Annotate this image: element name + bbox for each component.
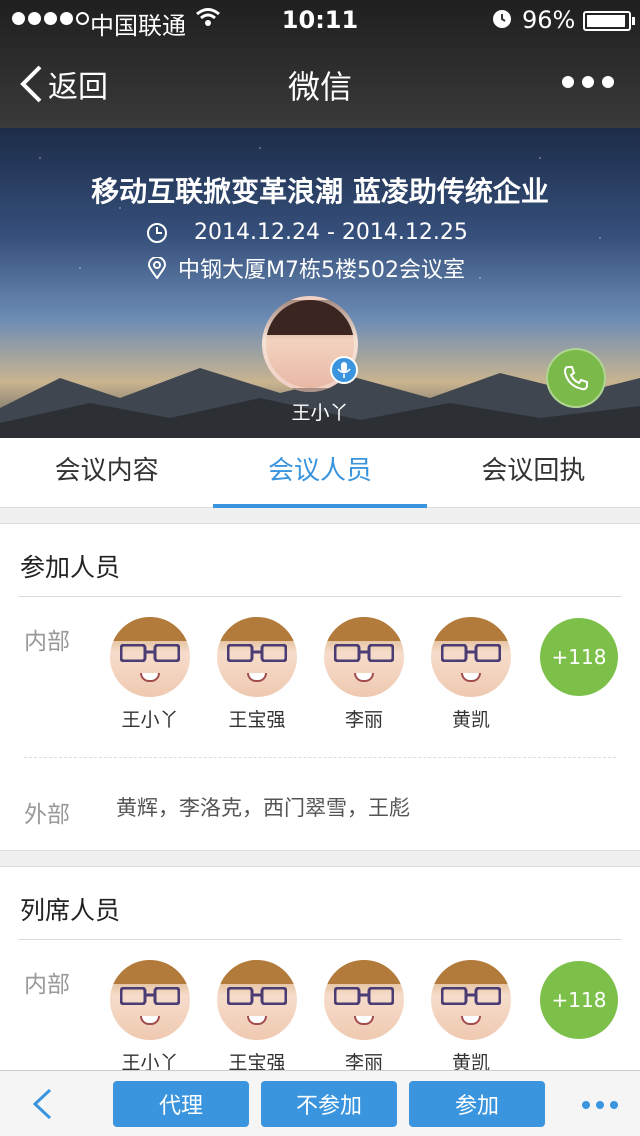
participants-section: 参加人员 内部 王小丫 王宝强 李丽 黄凯 +118 外部 黄辉，李洛克，西门翠… [0,523,640,851]
tab-meeting-receipt[interactable]: 会议回执 [427,438,640,507]
section-title: 参加人员 [20,553,121,582]
status-bar: 中国联通 10:11 96% [0,0,640,42]
tab-meeting-content[interactable]: 会议内容 [0,438,213,507]
member-name: 王宝强 [228,709,286,731]
internal-label: 内部 [24,972,70,998]
page-title: 微信 [287,68,352,106]
meeting-banner: 移动互联掀变革浪潮 蓝凌助传统企业 2014.12.24 - 2014.12.2… [0,128,640,438]
bottom-toolbar: 代理 不参加 参加 [0,1070,640,1136]
divider [18,939,622,940]
battery-tip [632,17,635,25]
member-name: 黄凯 [451,709,490,731]
top-bar: 中国联通 10:11 96% 返回 微信 [0,0,640,128]
meeting-title: 移动互联掀变革浪潮 蓝凌助传统企业 [91,175,549,208]
member-avatar[interactable]: 王小丫 [105,617,195,732]
accept-button[interactable]: 参加 [409,1081,545,1127]
more-icon[interactable] [582,1101,618,1109]
call-button[interactable] [546,348,606,408]
member-name: 王小丫 [121,709,179,731]
host-name: 王小丫 [291,402,349,424]
meeting-date: 2014.12.24 - 2014.12.25 [194,220,468,245]
section-title: 列席人员 [20,896,121,925]
clock-icon [147,222,167,243]
alarm-icon [490,6,514,36]
battery-percent: 96% [522,6,576,34]
member-avatar[interactable]: 王宝强 [212,960,302,1075]
member-avatar[interactable]: 李丽 [319,617,409,732]
battery-fill [587,15,626,27]
divider [18,596,622,597]
meeting-location: 中钢大厦M7栋5楼502会议室 [178,258,465,283]
microphone-icon[interactable] [330,356,358,384]
dashed-divider [24,757,616,758]
tab-bar: 会议内容 会议人员 会议回执 [0,438,640,508]
tab-meeting-members[interactable]: 会议人员 [213,438,427,508]
internal-label: 内部 [24,629,70,655]
battery-icon [583,11,631,31]
attendees-section: 列席人员 内部 王小丫 王宝强 李丽 黄凯 +118 [0,866,640,1074]
member-avatar[interactable]: 黄凯 [426,617,516,732]
location-pin-icon [147,257,167,279]
meeting-date-row: 2014.12.24 - 2014.12.25 [146,220,468,245]
decline-button[interactable]: 不参加 [261,1081,397,1127]
member-avatar[interactable]: 王宝强 [212,617,302,732]
member-avatar[interactable]: 黄凯 [426,960,516,1075]
phone-icon [563,366,588,391]
member-avatar[interactable]: 李丽 [319,960,409,1075]
member-avatar[interactable]: 王小丫 [105,960,195,1075]
chevron-left-icon[interactable] [30,1087,54,1121]
member-name: 李丽 [344,709,383,731]
meeting-location-row: 中钢大厦M7栋5楼502会议室 [146,252,465,284]
external-label: 外部 [24,802,70,828]
more-icon[interactable] [562,76,614,88]
more-members-button[interactable]: +118 [540,618,618,696]
proxy-button[interactable]: 代理 [113,1081,249,1127]
more-members-button[interactable]: +118 [540,961,618,1039]
external-members: 黄辉，李洛克，西门翠雪，王彪 [116,796,410,820]
